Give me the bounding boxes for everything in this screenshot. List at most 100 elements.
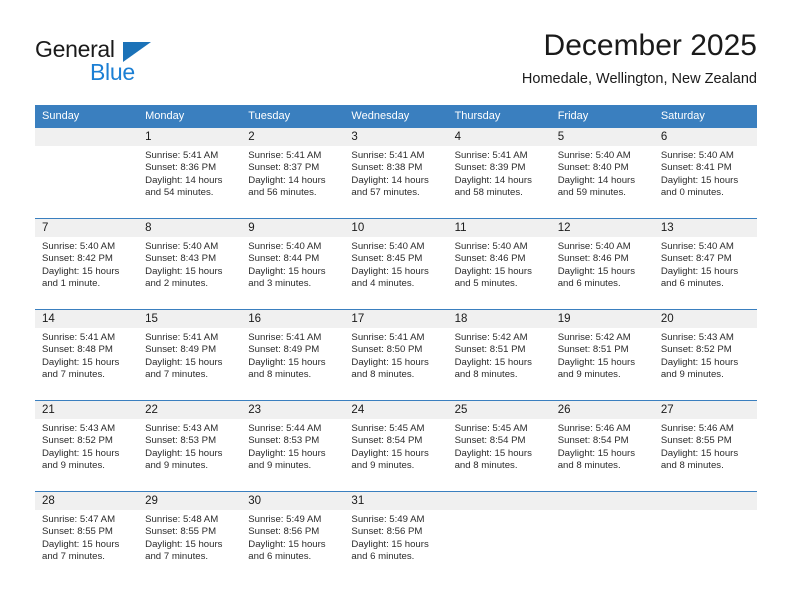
daylight-text-line1: Daylight: 15 hours xyxy=(454,447,532,459)
page-title: December 2025 xyxy=(543,29,757,62)
logo-text-blue: Blue xyxy=(90,59,135,85)
sunrise-text: Sunrise: 5:42 AM xyxy=(557,332,631,343)
sunset-text: Sunset: 8:49 PM xyxy=(145,344,217,356)
day-details: Sunrise: 5:42 AM Sunset: 8:51 PM Daylight:… xyxy=(551,328,654,382)
sunset-text: Sunset: 8:51 PM xyxy=(557,344,629,356)
day-cell[interactable]: 9 Sunrise: 5:40 AM Sunset: 8:44 PM Daylight… xyxy=(241,218,345,310)
weekday-header-thursday: Thursday xyxy=(447,105,551,128)
day-details: Sunrise: 5:47 AM Sunset: 8:55 PM Daylight:… xyxy=(35,510,138,564)
sunrise-text: Sunrise: 5:40 AM xyxy=(454,241,528,252)
daylight-text-line1: Daylight: 14 hours xyxy=(557,174,636,186)
day-number: 31 xyxy=(344,492,448,510)
day-cell[interactable]: 15 Sunrise: 5:41 AM Sunset: 8:49 PM Dayligh… xyxy=(138,309,242,401)
day-cell[interactable]: 25 Sunrise: 5:45 AM Sunset: 8:54 PM Dayligh… xyxy=(447,400,551,492)
day-number: 12 xyxy=(550,219,654,237)
day-number: 26 xyxy=(550,401,654,419)
daylight-text-line2: and 9 minutes. xyxy=(42,460,105,472)
sunset-text: Sunset: 8:49 PM xyxy=(248,344,320,356)
day-number: 14 xyxy=(35,310,139,328)
sunrise-text: Sunrise: 5:43 AM xyxy=(145,423,219,434)
daylight-text-line1: Daylight: 15 hours xyxy=(351,538,429,550)
day-cell[interactable]: 11 Sunrise: 5:40 AM Sunset: 8:46 PM Dayligh… xyxy=(447,218,551,310)
day-number xyxy=(653,492,757,510)
daylight-text-line2: and 8 minutes. xyxy=(454,460,518,472)
sunrise-text: Sunrise: 5:42 AM xyxy=(454,332,528,343)
calendar-body: 1 Sunrise: 5:41 AM Sunset: 8:36 PM Daylight… xyxy=(35,127,757,582)
sunset-text: Sunset: 8:54 PM xyxy=(351,435,423,447)
day-details: Sunrise: 5:46 AM Sunset: 8:55 PM Daylight:… xyxy=(654,419,757,473)
day-details xyxy=(551,510,654,514)
day-cell[interactable]: 28 Sunrise: 5:47 AM Sunset: 8:55 PM Dayligh… xyxy=(35,491,139,582)
day-details: Sunrise: 5:48 AM Sunset: 8:55 PM Daylight:… xyxy=(138,510,241,564)
day-cell[interactable] xyxy=(35,127,139,219)
day-cell[interactable] xyxy=(550,491,654,582)
weekday-header-wednesday: Wednesday xyxy=(344,105,448,128)
day-cell[interactable]: 16 Sunrise: 5:41 AM Sunset: 8:49 PM Dayligh… xyxy=(241,309,345,401)
sunrise-text: Sunrise: 5:41 AM xyxy=(351,332,425,343)
sunset-text: Sunset: 8:56 PM xyxy=(351,526,423,538)
sunset-text: Sunset: 8:37 PM xyxy=(248,162,320,174)
daylight-text-line1: Daylight: 15 hours xyxy=(42,538,120,550)
daylight-text-line2: and 8 minutes. xyxy=(660,460,724,472)
day-details: Sunrise: 5:49 AM Sunset: 8:56 PM Daylight:… xyxy=(344,510,447,564)
day-cell[interactable]: 10 Sunrise: 5:40 AM Sunset: 8:45 PM Dayligh… xyxy=(344,218,448,310)
daylight-text-line1: Daylight: 15 hours xyxy=(660,356,739,368)
day-cell[interactable]: 12 Sunrise: 5:40 AM Sunset: 8:46 PM Dayligh… xyxy=(550,218,654,310)
day-number: 21 xyxy=(35,401,139,419)
calendar-week-row: 28 Sunrise: 5:47 AM Sunset: 8:55 PM Dayligh… xyxy=(35,491,757,582)
day-details: Sunrise: 5:41 AM Sunset: 8:48 PM Daylight:… xyxy=(35,328,138,382)
day-cell[interactable]: 21 Sunrise: 5:43 AM Sunset: 8:52 PM Dayligh… xyxy=(35,400,139,492)
daylight-text-line2: and 8 minutes. xyxy=(454,369,518,381)
daylight-text-line1: Daylight: 14 hours xyxy=(145,174,223,186)
day-cell[interactable]: 6 Sunrise: 5:40 AM Sunset: 8:41 PM Daylight… xyxy=(653,127,757,219)
daylight-text-line1: Daylight: 15 hours xyxy=(145,538,223,550)
daylight-text-line1: Daylight: 15 hours xyxy=(145,265,223,277)
day-cell[interactable]: 19 Sunrise: 5:42 AM Sunset: 8:51 PM Dayligh… xyxy=(550,309,654,401)
day-cell[interactable]: 13 Sunrise: 5:40 AM Sunset: 8:47 PM Dayligh… xyxy=(653,218,757,310)
daylight-text-line1: Daylight: 14 hours xyxy=(351,174,429,186)
day-cell[interactable]: 30 Sunrise: 5:49 AM Sunset: 8:56 PM Dayligh… xyxy=(241,491,345,582)
day-cell[interactable]: 14 Sunrise: 5:41 AM Sunset: 8:48 PM Dayligh… xyxy=(35,309,139,401)
sunset-text: Sunset: 8:50 PM xyxy=(351,344,423,356)
day-cell[interactable]: 29 Sunrise: 5:48 AM Sunset: 8:55 PM Dayligh… xyxy=(138,491,242,582)
day-cell[interactable]: 27 Sunrise: 5:46 AM Sunset: 8:55 PM Dayligh… xyxy=(653,400,757,492)
sunrise-text: Sunrise: 5:41 AM xyxy=(351,150,425,161)
day-cell[interactable]: 31 Sunrise: 5:49 AM Sunset: 8:56 PM Dayligh… xyxy=(344,491,448,582)
day-details: Sunrise: 5:43 AM Sunset: 8:52 PM Daylight:… xyxy=(654,328,757,382)
day-cell[interactable]: 22 Sunrise: 5:43 AM Sunset: 8:53 PM Dayligh… xyxy=(138,400,242,492)
day-cell[interactable]: 24 Sunrise: 5:45 AM Sunset: 8:54 PM Dayligh… xyxy=(344,400,448,492)
day-cell[interactable] xyxy=(653,491,757,582)
sunset-text: Sunset: 8:55 PM xyxy=(145,526,217,538)
day-details: Sunrise: 5:40 AM Sunset: 8:42 PM Daylight:… xyxy=(35,237,138,291)
day-cell[interactable]: 23 Sunrise: 5:44 AM Sunset: 8:53 PM Dayligh… xyxy=(241,400,345,492)
daylight-text-line2: and 6 minutes. xyxy=(248,551,312,563)
sunrise-text: Sunrise: 5:49 AM xyxy=(351,514,425,525)
day-cell[interactable]: 5 Sunrise: 5:40 AM Sunset: 8:40 PM Daylight… xyxy=(550,127,654,219)
daylight-text-line2: and 8 minutes. xyxy=(351,369,415,381)
day-cell[interactable]: 17 Sunrise: 5:41 AM Sunset: 8:50 PM Dayligh… xyxy=(344,309,448,401)
day-cell[interactable]: 7 Sunrise: 5:40 AM Sunset: 8:42 PM Daylight… xyxy=(35,218,139,310)
day-cell[interactable]: 8 Sunrise: 5:40 AM Sunset: 8:43 PM Daylight… xyxy=(138,218,242,310)
sunrise-text: Sunrise: 5:40 AM xyxy=(557,150,631,161)
day-cell[interactable]: 3 Sunrise: 5:41 AM Sunset: 8:38 PM Daylight… xyxy=(344,127,448,219)
day-cell[interactable]: 2 Sunrise: 5:41 AM Sunset: 8:37 PM Daylight… xyxy=(241,127,345,219)
sunset-text: Sunset: 8:47 PM xyxy=(660,253,732,265)
day-number: 19 xyxy=(550,310,654,328)
day-cell[interactable]: 18 Sunrise: 5:42 AM Sunset: 8:51 PM Dayligh… xyxy=(447,309,551,401)
day-cell[interactable] xyxy=(447,491,551,582)
title-block: December 2025 Homedale, Wellington, New … xyxy=(522,28,757,90)
day-cell[interactable]: 26 Sunrise: 5:46 AM Sunset: 8:54 PM Dayligh… xyxy=(550,400,654,492)
daylight-text-line2: and 58 minutes. xyxy=(454,187,523,199)
sunrise-text: Sunrise: 5:45 AM xyxy=(351,423,425,434)
day-cell[interactable]: 20 Sunrise: 5:43 AM Sunset: 8:52 PM Dayligh… xyxy=(653,309,757,401)
day-cell[interactable]: 4 Sunrise: 5:41 AM Sunset: 8:39 PM Daylight… xyxy=(447,127,551,219)
weekday-header-sunday: Sunday xyxy=(35,105,139,128)
daylight-text-line1: Daylight: 15 hours xyxy=(660,265,739,277)
sunset-text: Sunset: 8:52 PM xyxy=(660,344,732,356)
day-cell[interactable]: 1 Sunrise: 5:41 AM Sunset: 8:36 PM Daylight… xyxy=(138,127,242,219)
sunrise-text: Sunrise: 5:41 AM xyxy=(145,150,219,161)
sunset-text: Sunset: 8:38 PM xyxy=(351,162,423,174)
day-details: Sunrise: 5:41 AM Sunset: 8:49 PM Daylight:… xyxy=(138,328,241,382)
sunrise-text: Sunrise: 5:41 AM xyxy=(454,150,528,161)
day-details: Sunrise: 5:40 AM Sunset: 8:45 PM Daylight:… xyxy=(344,237,447,291)
